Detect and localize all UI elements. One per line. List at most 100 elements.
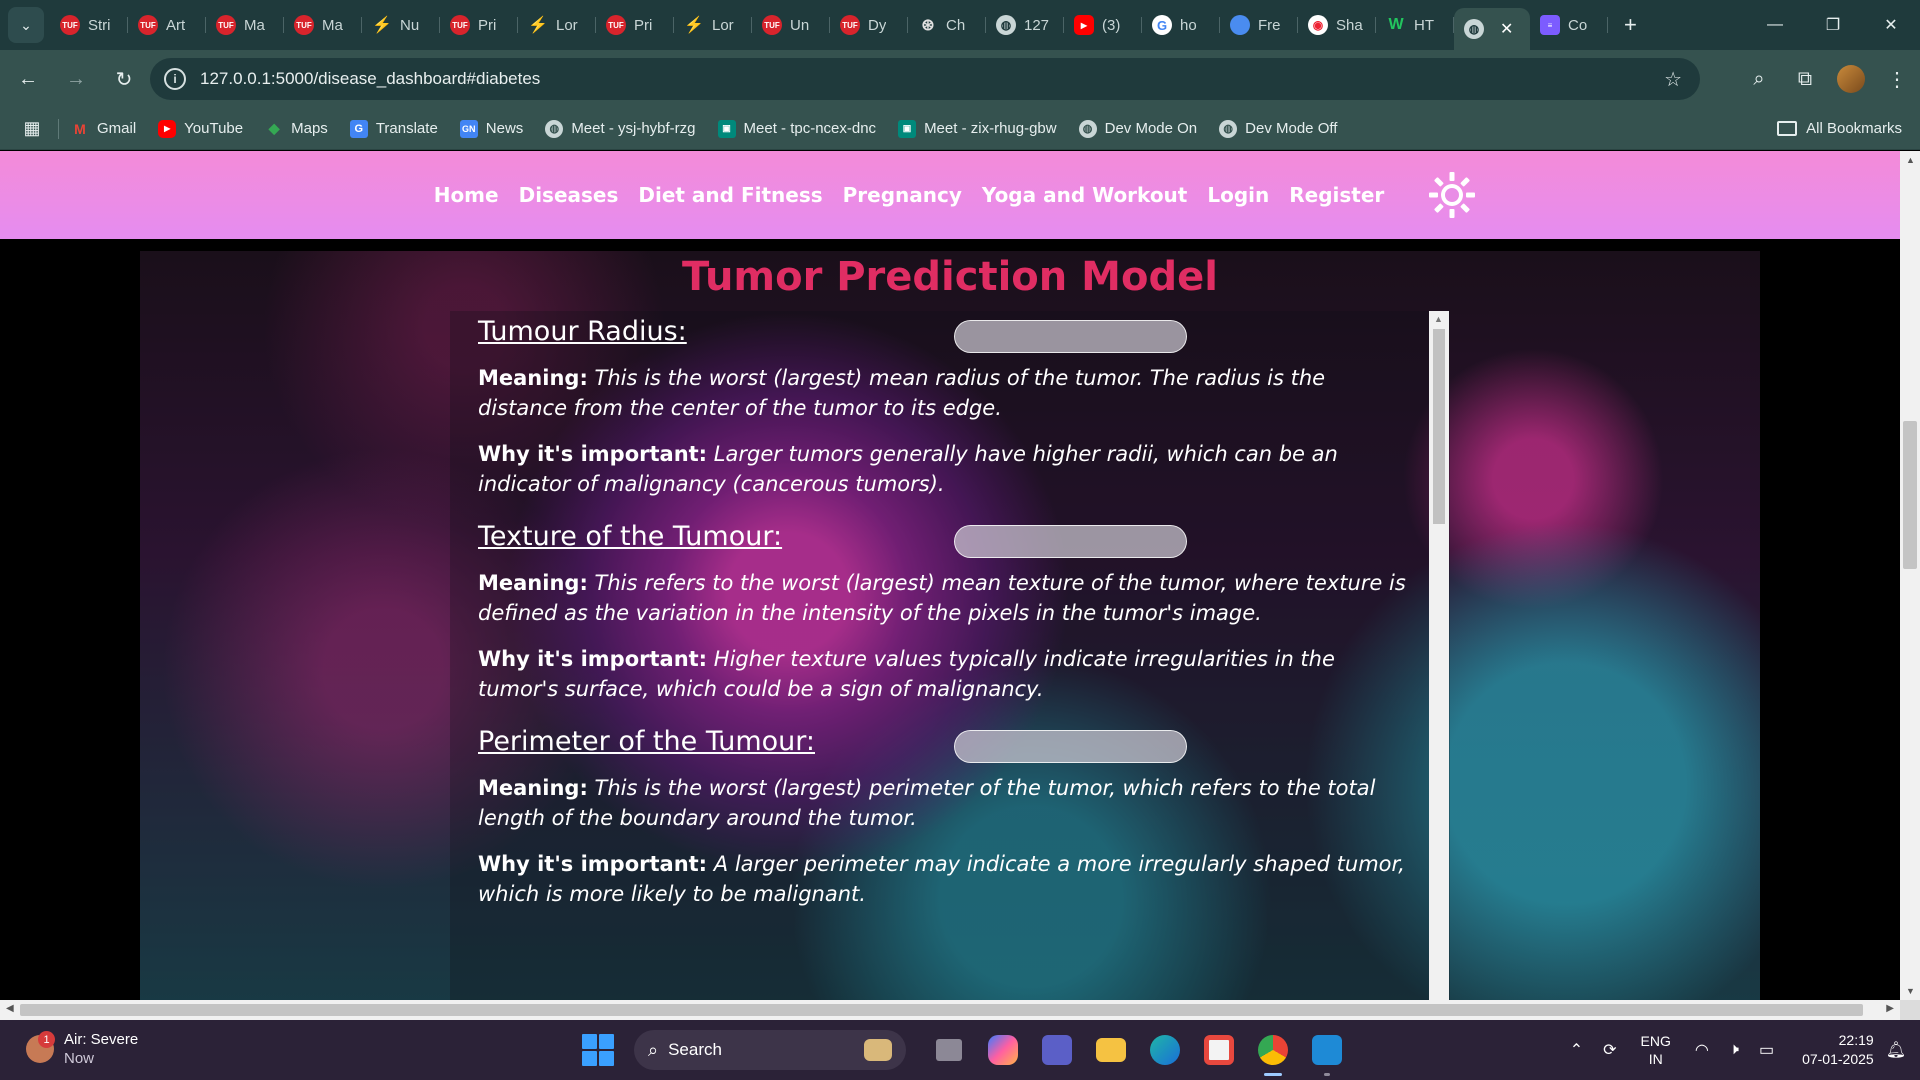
profile-avatar[interactable] bbox=[1828, 65, 1874, 93]
weather-widget[interactable]: 1 Air: Severe Now bbox=[26, 1030, 138, 1068]
field-input[interactable] bbox=[954, 525, 1187, 558]
bookmark-item[interactable]: GN News bbox=[459, 119, 523, 138]
browser-tab[interactable]: ⚡ Lor bbox=[674, 7, 752, 43]
extensions-icon[interactable]: ⧉ bbox=[1782, 68, 1828, 91]
browser-tab[interactable]: TUF Dy bbox=[830, 7, 908, 43]
bookmark-item[interactable]: G Translate bbox=[349, 119, 438, 138]
reload-button[interactable]: ↻ bbox=[104, 59, 144, 99]
browser-tab[interactable]: ≡ Co bbox=[1530, 7, 1608, 43]
browser-tab[interactable]: TUF Art bbox=[128, 7, 206, 43]
scroll-left-icon[interactable]: ◀ bbox=[6, 1003, 14, 1014]
browser-tab[interactable]: ◍ ✕ bbox=[1454, 8, 1530, 50]
volume-icon[interactable]: 🕨 bbox=[1729, 1041, 1739, 1059]
nav-link-diet-and-fitness[interactable]: Diet and Fitness bbox=[638, 183, 822, 207]
browser-tab[interactable]: TUF Pri bbox=[440, 7, 518, 43]
clock[interactable]: 22:19 07-01-2025 bbox=[1802, 1031, 1874, 1069]
nav-link-login[interactable]: Login bbox=[1207, 183, 1269, 207]
bookmark-item[interactable]: ◍ Meet - ysj-hybf-rzg bbox=[545, 119, 696, 138]
browser-tab[interactable]: Fre bbox=[1220, 7, 1298, 43]
nav-link-yoga-and-workout[interactable]: Yoga and Workout bbox=[982, 183, 1187, 207]
wifi-icon[interactable]: ◠ bbox=[1695, 1040, 1709, 1060]
browser-tab[interactable]: Gho bbox=[1142, 7, 1220, 43]
sync-icon[interactable]: ⟳ bbox=[1603, 1040, 1616, 1060]
browser-tab[interactable]: ▶ (3) bbox=[1064, 7, 1142, 43]
edge-icon[interactable] bbox=[1143, 1030, 1187, 1070]
bookmark-label: Maps bbox=[291, 120, 328, 137]
bookmark-item[interactable]: ◍ Dev Mode On bbox=[1078, 119, 1197, 138]
store-icon[interactable] bbox=[1197, 1030, 1241, 1070]
weather-subtitle: Now bbox=[64, 1050, 95, 1067]
bookmark-label: Meet - zix-rhug-gbw bbox=[924, 120, 1057, 137]
browser-tab[interactable]: ⚡ Lor bbox=[518, 7, 596, 43]
bookmark-item[interactable]: ◆ Maps bbox=[265, 120, 328, 138]
browser-tab[interactable]: ⚡ Nu bbox=[362, 7, 440, 43]
panel-scrollbar[interactable]: ▲ bbox=[1429, 311, 1449, 1000]
page-vertical-scrollbar[interactable]: ▲ ▼ bbox=[1900, 151, 1920, 1000]
close-tab-icon[interactable]: ✕ bbox=[1500, 19, 1513, 39]
browser-tab[interactable]: TUF Ma bbox=[206, 7, 284, 43]
restore-button[interactable]: ❐ bbox=[1804, 0, 1862, 50]
browser-tab[interactable]: W HT bbox=[1376, 7, 1454, 43]
bookmark-item[interactable]: ▣ Meet - tpc-ncex-dnc bbox=[717, 119, 876, 138]
field-input[interactable] bbox=[954, 320, 1187, 353]
lens-icon[interactable]: ⌕ bbox=[1736, 68, 1782, 91]
globe-favicon-icon: ◍ bbox=[996, 15, 1016, 35]
all-bookmarks-button[interactable]: All Bookmarks bbox=[1777, 120, 1902, 137]
file-explorer-icon[interactable] bbox=[1089, 1030, 1133, 1070]
new-tab-button[interactable]: + bbox=[1624, 12, 1637, 38]
teams-icon[interactable] bbox=[1035, 1030, 1079, 1070]
browser-tab[interactable]: TUF Pri bbox=[596, 7, 674, 43]
taskbar-search[interactable]: ⌕ Search bbox=[634, 1030, 906, 1070]
mp-bookmark-icon: ◆ bbox=[268, 120, 280, 136]
back-button[interactable]: ← bbox=[8, 59, 48, 99]
browser-tab[interactable]: ◍ 127 bbox=[986, 7, 1064, 43]
meaning-label: Meaning: bbox=[478, 571, 588, 595]
browser-tab[interactable]: TUF Un bbox=[752, 7, 830, 43]
scroll-up-icon[interactable]: ▲ bbox=[1906, 155, 1915, 165]
address-bar[interactable]: i 127.0.0.1:5000/disease_dashboard#diabe… bbox=[150, 58, 1700, 100]
theme-toggle-sun-icon[interactable] bbox=[1428, 171, 1476, 219]
bookmark-item[interactable]: ◍ Dev Mode Off bbox=[1219, 119, 1337, 138]
site-nav-links: Home Diseases Diet and Fitness Pregnancy Yog… bbox=[424, 183, 1395, 207]
browser-tab[interactable]: TUF Ma bbox=[284, 7, 362, 43]
vscode-icon[interactable] bbox=[1305, 1030, 1349, 1076]
site-info-icon[interactable]: i bbox=[164, 68, 186, 90]
bookmark-item[interactable]: M Gmail bbox=[71, 120, 136, 138]
bookmark-item[interactable]: ▣ Meet - zix-rhug-gbw bbox=[898, 119, 1057, 138]
nav-link-home[interactable]: Home bbox=[434, 183, 499, 207]
panel-scroll-thumb[interactable] bbox=[1433, 329, 1445, 524]
notification-bell-icon[interactable]: 🔔︎ bbox=[1886, 1040, 1906, 1060]
lor-favicon-icon: ⚡ bbox=[684, 17, 704, 34]
field-input[interactable] bbox=[954, 730, 1187, 763]
close-window-button[interactable]: ✕ bbox=[1862, 0, 1920, 50]
menu-kebab-icon[interactable]: ⋮ bbox=[1874, 67, 1920, 92]
page-vscroll-thumb[interactable] bbox=[1903, 421, 1917, 569]
tab-search-button[interactable]: ⌄ bbox=[8, 7, 44, 43]
minimize-button[interactable]: — bbox=[1746, 0, 1804, 50]
bookmark-star-icon[interactable]: ☆ bbox=[1664, 67, 1682, 92]
browser-tab[interactable]: ⊛ Ch bbox=[908, 7, 986, 43]
page-hscroll-thumb[interactable] bbox=[20, 1004, 1863, 1016]
task-view-icon[interactable] bbox=[927, 1030, 971, 1070]
bookmark-item[interactable]: ▶ YouTube bbox=[158, 119, 243, 138]
battery-icon[interactable]: ▭ bbox=[1759, 1040, 1774, 1060]
browser-tab[interactable]: ◉ Sha bbox=[1298, 7, 1376, 43]
url-text[interactable]: 127.0.0.1:5000/disease_dashboard#diabete… bbox=[200, 69, 540, 89]
forward-button[interactable]: → bbox=[56, 59, 96, 99]
start-button[interactable] bbox=[582, 1034, 614, 1066]
page-horizontal-scrollbar[interactable]: ◀ ▶ bbox=[0, 1000, 1900, 1020]
nav-link-pregnancy[interactable]: Pregnancy bbox=[843, 183, 962, 207]
browser-toolbar: ← → ↻ i 127.0.0.1:5000/disease_dashboard… bbox=[0, 50, 1920, 108]
nav-link-diseases[interactable]: Diseases bbox=[519, 183, 619, 207]
nav-link-register[interactable]: Register bbox=[1289, 183, 1384, 207]
language-indicator[interactable]: ENG IN bbox=[1641, 1032, 1671, 1068]
copilot-icon[interactable] bbox=[981, 1030, 1025, 1070]
scroll-down-icon[interactable]: ▼ bbox=[1906, 986, 1915, 996]
language-code: ENG bbox=[1640, 1033, 1671, 1049]
chrome-icon[interactable] bbox=[1251, 1030, 1295, 1076]
panel-scroll-up-icon[interactable]: ▲ bbox=[1434, 314, 1443, 324]
browser-tab[interactable]: TUF Stri bbox=[50, 7, 128, 43]
show-hidden-icons-chevron-icon[interactable]: ⌃ bbox=[1570, 1040, 1583, 1060]
scroll-right-icon[interactable]: ▶ bbox=[1886, 1003, 1894, 1014]
apps-grid-icon[interactable]: ▦ bbox=[12, 118, 52, 139]
